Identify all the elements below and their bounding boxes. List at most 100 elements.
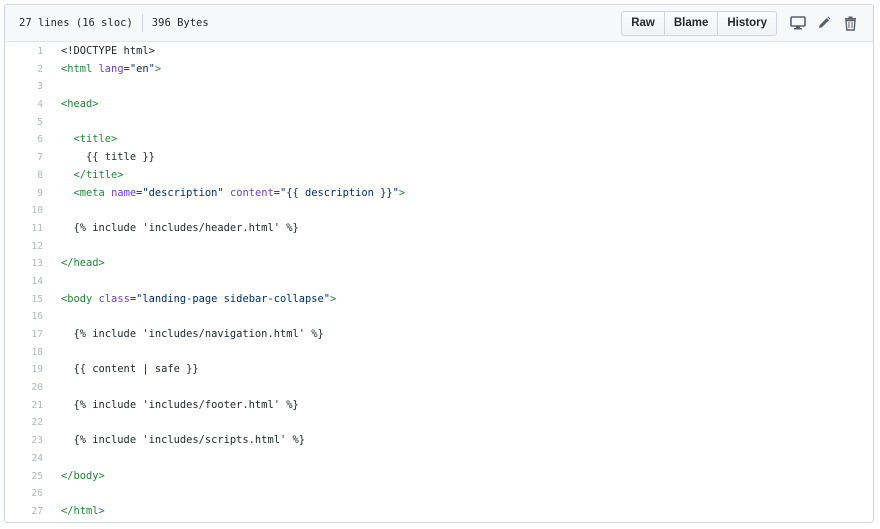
line-content: {% include 'includes/navigation.html' %} <box>43 326 324 344</box>
raw-button[interactable]: Raw <box>622 12 664 35</box>
line-number[interactable]: 8 <box>5 167 43 185</box>
line-content: <body class="landing-page sidebar-collap… <box>43 291 336 309</box>
line-number[interactable]: 24 <box>5 450 43 468</box>
line-content <box>43 344 61 362</box>
code-line: 4 <head> <box>5 96 873 114</box>
line-content: {% include 'includes/header.html' %} <box>43 220 299 238</box>
code-token: name <box>111 186 137 199</box>
code-token: > <box>398 186 406 199</box>
code-token: </html> <box>61 504 105 517</box>
code-line: 21 {% include 'includes/footer.html' %} <box>5 397 873 415</box>
line-content <box>43 450 61 468</box>
line-content <box>43 273 61 291</box>
code-line: 25 </body> <box>5 468 873 486</box>
code-line: 18 <box>5 344 873 362</box>
line-number[interactable]: 6 <box>5 131 43 149</box>
line-number[interactable]: 12 <box>5 238 43 256</box>
code-token: </title> <box>73 168 124 181</box>
line-content <box>43 485 61 503</box>
line-content: </html> <box>43 503 105 521</box>
line-content: </head> <box>43 255 105 273</box>
file-info: 27 lines (16 sloc) 396 Bytes <box>19 14 209 32</box>
trash-icon[interactable] <box>837 12 863 34</box>
line-number[interactable]: 19 <box>5 361 43 379</box>
code-token: {% include 'includes/footer.html' %} <box>61 398 299 411</box>
line-content: {% include 'includes/footer.html' %} <box>43 397 299 415</box>
line-number[interactable]: 26 <box>5 485 43 503</box>
line-content <box>43 414 61 432</box>
code-token: <head> <box>61 98 99 111</box>
view-button-group: Raw Blame History <box>621 10 777 36</box>
pencil-icon[interactable] <box>811 12 837 34</box>
code-token: {% include 'includes/scripts.html' %} <box>61 434 305 447</box>
line-content <box>43 78 61 96</box>
line-content: <meta name="description" content="{{ des… <box>43 185 406 203</box>
line-number[interactable]: 27 <box>5 503 43 521</box>
lines-info: 27 lines (16 sloc) <box>19 17 133 29</box>
code-token: > <box>154 62 162 75</box>
code-line: 5 <box>5 114 873 132</box>
code-token: "en" <box>129 62 155 75</box>
line-content: {{ content | safe }} <box>43 361 199 379</box>
code-view: 1 <!DOCTYPE html> 2 <html lang="en"> 3 4 <head… <box>5 42 873 521</box>
line-number[interactable]: 15 <box>5 291 43 309</box>
desktop-icon[interactable] <box>785 12 811 34</box>
line-number[interactable]: 2 <box>5 61 43 79</box>
blame-button[interactable]: Blame <box>663 11 718 35</box>
info-divider <box>141 14 143 32</box>
line-content: <head> <box>43 96 99 114</box>
code-line: 14 <box>5 273 873 291</box>
line-content: {{ title }} <box>43 149 155 167</box>
code-line: 1 <!DOCTYPE html> <box>5 43 873 61</box>
line-content: </body> <box>43 468 105 486</box>
line-number[interactable]: 17 <box>5 326 43 344</box>
code-line: 22 <box>5 414 873 432</box>
line-number[interactable]: 21 <box>5 397 43 415</box>
code-line: 8 </title> <box>5 167 873 185</box>
code-line: 7 {{ title }} <box>5 149 873 167</box>
code-token: <html <box>61 62 93 75</box>
line-number[interactable]: 11 <box>5 220 43 238</box>
code-token: lang <box>98 62 124 75</box>
code-line: 13 </head> <box>5 255 873 273</box>
line-number[interactable]: 3 <box>5 78 43 96</box>
line-content <box>43 379 61 397</box>
line-content <box>43 114 61 132</box>
code-line: 20 <box>5 379 873 397</box>
code-token: "landing-page sidebar-collapse" <box>136 292 331 305</box>
code-line: 12 <box>5 238 873 256</box>
file-actions: Raw Blame History <box>621 10 863 36</box>
line-content <box>43 202 61 220</box>
code-token: <meta <box>73 186 105 199</box>
code-line: 3 <box>5 78 873 96</box>
line-number[interactable]: 5 <box>5 114 43 132</box>
size-info: 396 Bytes <box>151 17 209 29</box>
line-number[interactable]: 20 <box>5 379 43 397</box>
history-button[interactable]: History <box>717 11 776 35</box>
line-number[interactable]: 13 <box>5 255 43 273</box>
line-number[interactable]: 25 <box>5 468 43 486</box>
code-line: 26 <box>5 485 873 503</box>
code-line: 27 </html> <box>5 503 873 521</box>
line-number[interactable]: 4 <box>5 96 43 114</box>
line-number[interactable]: 22 <box>5 414 43 432</box>
code-line: 16 <box>5 308 873 326</box>
line-number[interactable]: 9 <box>5 185 43 203</box>
line-number[interactable]: 23 <box>5 432 43 450</box>
file-viewer: 27 lines (16 sloc) 396 Bytes Raw Blame H… <box>4 4 874 523</box>
line-number[interactable]: 1 <box>5 43 43 61</box>
line-number[interactable]: 18 <box>5 344 43 362</box>
line-content: <title> <box>43 131 118 149</box>
line-number[interactable]: 16 <box>5 308 43 326</box>
code-line: 9 <meta name="description" content="{{ d… <box>5 185 873 203</box>
code-token: {% include 'includes/navigation.html' %} <box>61 328 324 340</box>
line-number[interactable]: 7 <box>5 149 43 167</box>
line-number[interactable]: 10 <box>5 202 43 220</box>
line-content: <!DOCTYPE html> <box>43 43 155 61</box>
code-token: <body <box>61 292 93 305</box>
code-token: class <box>98 292 130 305</box>
code-line: 24 <box>5 450 873 468</box>
code-token: > <box>330 292 337 305</box>
line-number[interactable]: 14 <box>5 273 43 291</box>
